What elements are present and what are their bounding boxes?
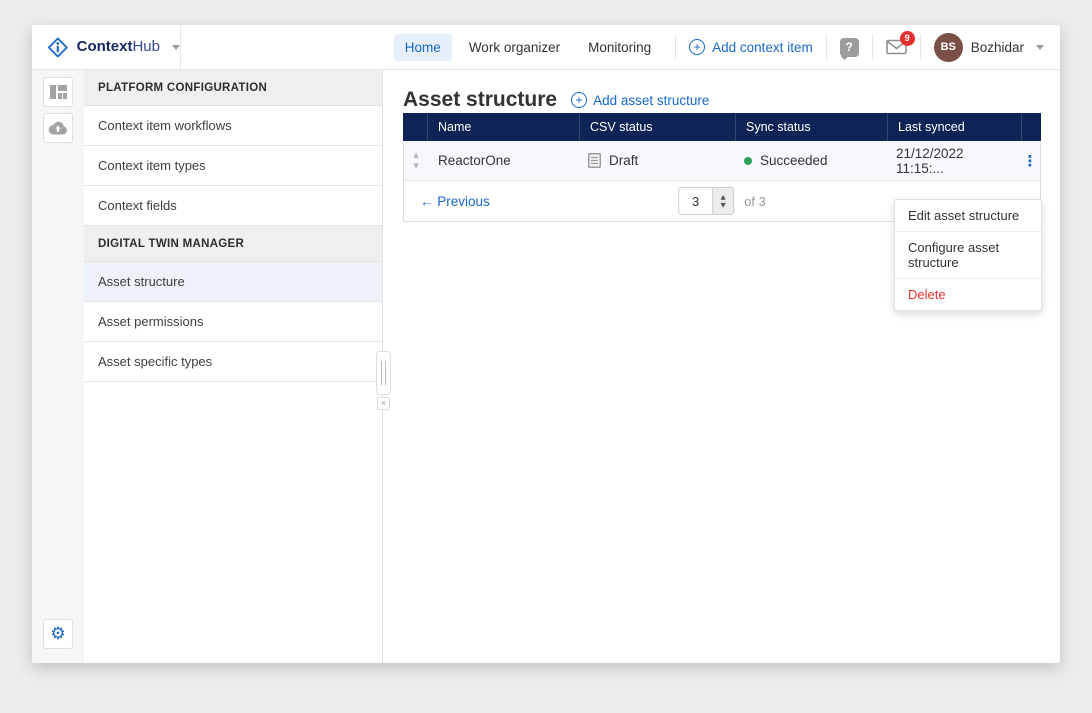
table-header-name: Name [427, 113, 579, 141]
sidebar: PLATFORM CONFIGURATION Context item work… [84, 70, 383, 663]
page-stepper: ▲ ▼ of 3 [678, 187, 766, 215]
success-dot-icon [744, 156, 752, 165]
sidebar-section-digital-twin-manager: DIGITAL TWIN MANAGER [84, 226, 382, 262]
menu-item-edit-asset-structure[interactable]: Edit asset structure [895, 200, 1041, 232]
move-up-icon[interactable]: ▲ [413, 151, 418, 159]
question-icon: ? [845, 40, 853, 54]
cell-csv-status: Draft [578, 141, 734, 180]
icon-rail: ⚙ [32, 70, 84, 663]
menu-item-delete[interactable]: Delete [895, 279, 1041, 310]
tab-home[interactable]: Home [393, 33, 452, 61]
divider [675, 34, 677, 60]
table-header-row: Name CSV status Sync status Last synced [403, 113, 1041, 141]
notification-count-badge: 9 [899, 31, 915, 46]
table-row[interactable]: ▲ ▼ ReactorOne Draft Succeeded 21/12/202… [404, 141, 1040, 181]
divider [919, 34, 921, 60]
kebab-menu-icon[interactable]: ⋮ [1023, 152, 1038, 170]
table-header-sync-status: Sync status [735, 113, 887, 141]
plus-circle-icon: + [689, 39, 706, 55]
settings-button[interactable]: ⚙ [43, 619, 73, 649]
cell-last-synced: 21/12/2022 11:15:... [886, 141, 1020, 180]
user-name: Bozhidar [970, 39, 1024, 55]
page-header: Asset structure + Add asset structure [403, 70, 1041, 112]
previous-page-link[interactable]: ← Previous [420, 194, 490, 209]
last-synced-text: 21/12/2022 11:15:... [896, 145, 964, 176]
divider [825, 34, 827, 60]
plus-circle-icon: + [571, 92, 588, 108]
cell-actions: ⋮ [1020, 141, 1040, 180]
cell-name: ReactorOne [428, 141, 578, 180]
user-menu[interactable]: BS Bozhidar [933, 32, 1060, 62]
page-title: Asset structure [403, 88, 558, 111]
add-asset-structure-button[interactable]: + Add asset structure [571, 92, 709, 108]
row-context-menu: Edit asset structure Configure asset str… [894, 199, 1042, 311]
sidebar-resize-widget: × [376, 351, 391, 410]
top-bar: ContextHub Home Work organizer Monitorin… [32, 25, 1060, 70]
app-window: ContextHub Home Work organizer Monitorin… [32, 25, 1060, 663]
notifications-button[interactable]: 9 [885, 31, 915, 55]
sidebar-item-context-fields[interactable]: Context fields [84, 186, 382, 226]
sidebar-resize-handle[interactable] [376, 351, 391, 395]
help-button[interactable]: ? [839, 37, 859, 57]
drag-handle-icon [381, 361, 386, 385]
tab-work-organizer[interactable]: Work organizer [458, 34, 571, 61]
gear-icon: ⚙ [50, 623, 66, 644]
table-header-reorder [403, 113, 427, 141]
add-asset-structure-label: Add asset structure [593, 92, 710, 108]
csv-status-text: Draft [609, 153, 639, 168]
divider [871, 34, 873, 60]
dashboard-icon [49, 85, 67, 99]
dashboard-button[interactable] [43, 77, 73, 107]
close-icon: × [380, 398, 387, 408]
sidebar-item-context-item-workflows[interactable]: Context item workflows [84, 106, 382, 146]
table-header-csv-status: CSV status [579, 113, 735, 141]
app-body: ⚙ PLATFORM CONFIGURATION Context item wo… [32, 70, 1060, 663]
brand-name: ContextHub [77, 38, 160, 56]
tab-monitoring[interactable]: Monitoring [577, 34, 662, 61]
sidebar-section-platform-configuration: PLATFORM CONFIGURATION [84, 70, 382, 106]
brand-name-bold: Context [76, 38, 133, 55]
page-spinner: ▲ ▼ [712, 187, 735, 215]
table-header-last-synced: Last synced [887, 113, 1021, 141]
move-down-icon[interactable]: ▼ [413, 162, 418, 170]
main-content: Asset structure + Add asset structure Na… [383, 70, 1061, 663]
sidebar-item-context-item-types[interactable]: Context item types [84, 146, 382, 186]
brand-logo-icon [47, 37, 68, 57]
page-count-label: of 3 [744, 193, 766, 209]
brand-name-light: Hub [132, 38, 160, 55]
sync-status-text: Succeeded [760, 153, 828, 168]
spinner-down-icon[interactable]: ▼ [721, 202, 726, 209]
chevron-down-icon [172, 44, 180, 50]
table-header-actions [1021, 113, 1041, 141]
avatar: BS [933, 32, 963, 62]
cell-sync-status: Succeeded [734, 141, 886, 180]
page-number-input[interactable] [678, 187, 713, 215]
row-reorder-cell: ▲ ▼ [404, 141, 428, 180]
sidebar-item-asset-structure[interactable]: Asset structure [84, 262, 382, 302]
asset-name: ReactorOne [438, 153, 511, 168]
cloud-upload-icon [48, 121, 67, 135]
chevron-down-icon [1036, 44, 1044, 50]
primary-nav: Home Work organizer Monitoring [393, 33, 662, 61]
cloud-upload-button[interactable] [43, 113, 73, 143]
resize-close-button[interactable]: × [377, 397, 390, 410]
menu-item-configure-asset-structure[interactable]: Configure asset structure [895, 232, 1041, 279]
spinner-up-icon[interactable]: ▲ [721, 193, 726, 201]
sidebar-item-asset-specific-types[interactable]: Asset specific types [84, 342, 382, 382]
document-icon [588, 153, 601, 168]
add-context-item-button[interactable]: + Add context item [689, 39, 813, 55]
sidebar-item-asset-permissions[interactable]: Asset permissions [84, 302, 382, 342]
add-context-item-label: Add context item [712, 39, 813, 55]
brand-menu[interactable]: ContextHub [32, 25, 181, 69]
